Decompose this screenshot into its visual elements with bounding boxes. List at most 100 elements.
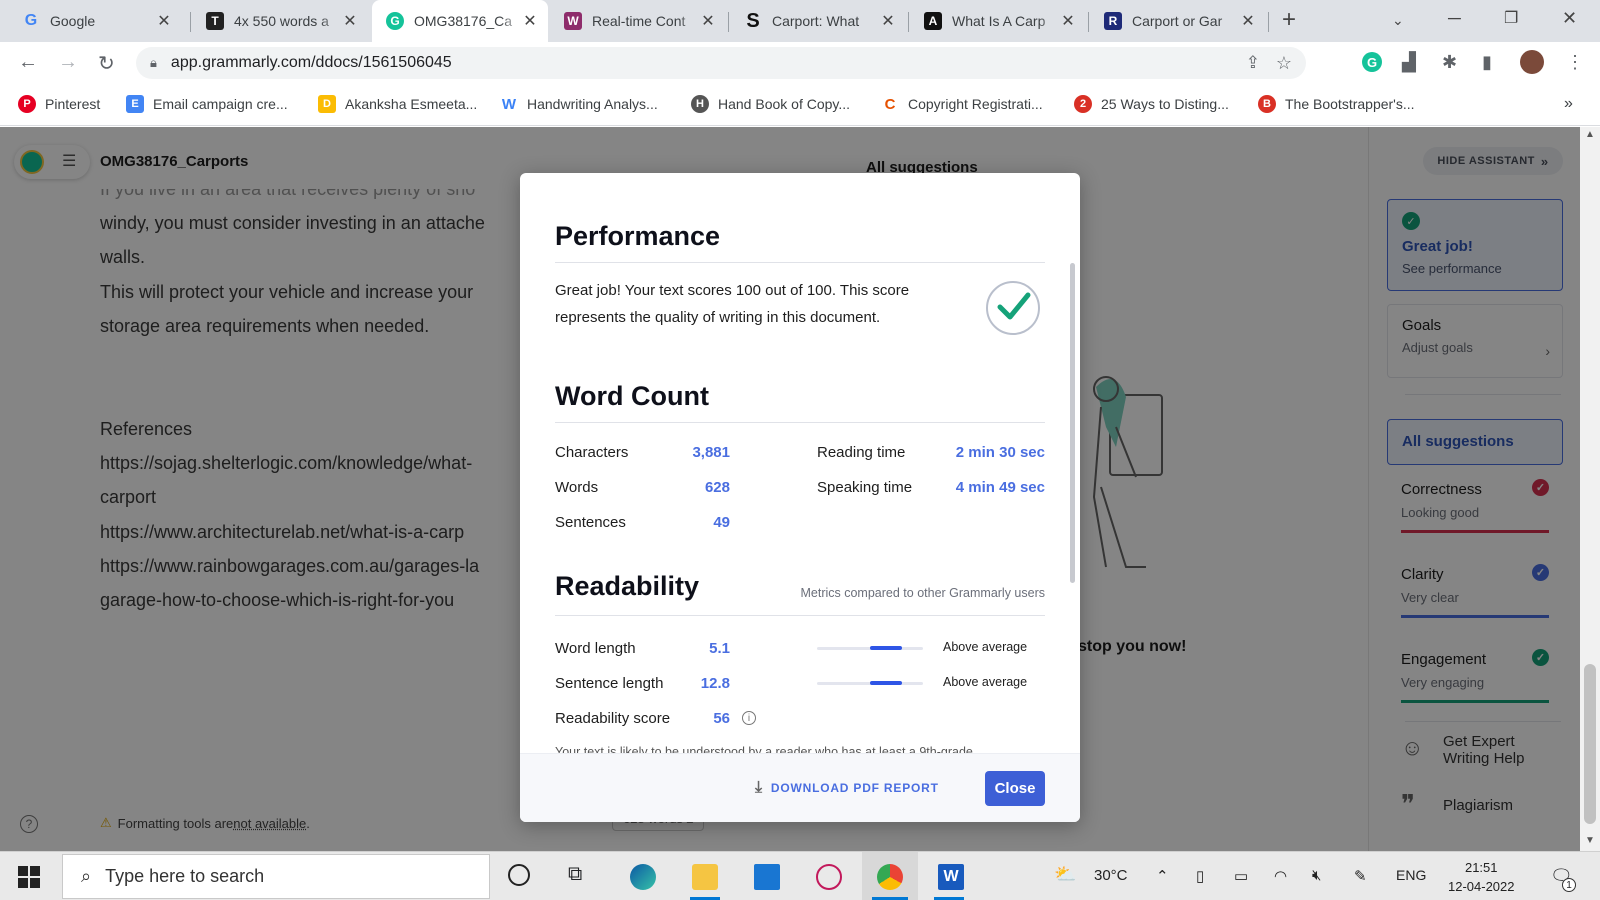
wordcount-icon: W [564, 12, 582, 30]
back-icon[interactable]: ← [18, 51, 38, 74]
stat-value: 3,881 [692, 444, 730, 461]
url-text: app.grammarly.com/ddocs/1561506045 [170, 54, 452, 71]
close-icon[interactable]: ✕ [880, 11, 896, 31]
star-icon[interactable]: ☆ [1276, 53, 1292, 74]
bookmark-bootstrapper[interactable]: B The Bootstrapper's... [1258, 95, 1415, 113]
windows-start-icon[interactable] [18, 866, 40, 888]
bookmark-pinterest[interactable]: P Pinterest [18, 95, 100, 113]
tab-trello[interactable]: T 4x 550 words a ✕ [192, 0, 368, 42]
download-pdf-button[interactable]: ⤓ DOWNLOAD PDF REPORT [755, 779, 939, 797]
bookmark-25-ways[interactable]: 2 25 Ways to Disting... [1074, 95, 1229, 113]
readability-comparison-note: Metrics compared to other Grammarly user… [800, 586, 1045, 600]
modal-scrollbar[interactable] [1070, 263, 1075, 583]
analytics-extension-icon[interactable]: ▟ [1402, 52, 1416, 73]
stat-label: Characters [555, 444, 629, 461]
close-icon[interactable]: ✕ [156, 11, 172, 31]
pinterest-icon: P [18, 95, 36, 113]
bookmark-label: Akanksha Esmeeta... [345, 96, 478, 112]
readability-bar-fill [870, 681, 902, 685]
volume-muted-icon[interactable]: 🔇︎ [1312, 867, 1321, 884]
close-button[interactable]: Close [985, 771, 1045, 806]
cortana-icon[interactable] [508, 864, 530, 886]
avatar[interactable] [1520, 50, 1544, 74]
scrollbar-thumb[interactable] [1584, 664, 1596, 824]
taskbar-search[interactable]: ⌕ Type here to search [62, 854, 490, 899]
bookmark-handwriting[interactable]: W Handwriting Analys... [500, 95, 658, 113]
kebab-menu-icon[interactable]: ⋮ [1566, 52, 1584, 73]
performance-text: Great job! Your text scores 100 out of 1… [555, 282, 910, 326]
bookmark-label: Email campaign cre... [153, 96, 288, 112]
tab-strip: G Google ✕ T 4x 550 words a ✕ G OMG38176… [0, 0, 1600, 42]
clock-date: 12-04-2022 [1448, 879, 1515, 894]
clock[interactable]: 21:51 12-04-2022 [1448, 858, 1515, 896]
download-icon: ⤓ [755, 779, 763, 796]
tab-title: 4x 550 words a [234, 13, 329, 29]
bookmark-handbook[interactable]: H Hand Book of Copy... [691, 95, 850, 113]
reload-icon[interactable]: ↻ [98, 51, 115, 76]
file-explorer-icon[interactable] [692, 864, 718, 890]
page-scrollbar[interactable]: ▲ ▼ [1580, 127, 1600, 851]
stat-value: 2 min 30 sec [955, 444, 1045, 461]
tab-realtime[interactable]: W Real-time Cont ✕ [550, 0, 726, 42]
google-icon: G [24, 12, 38, 29]
restore-icon[interactable]: ❐ [1504, 8, 1518, 28]
tab-grammarly[interactable]: G OMG38176_Ca ✕ [372, 0, 548, 42]
close-icon[interactable]: ✕ [1060, 11, 1076, 31]
share-icon[interactable]: ⇪ [1246, 53, 1260, 73]
close-window-icon[interactable]: ✕ [1562, 8, 1577, 29]
omnibox[interactable]: 🔒︎ app.grammarly.com/ddocs/1561506045 ⇪ … [136, 47, 1306, 79]
bookmark-label: Pinterest [45, 96, 101, 112]
puzzle-icon[interactable]: ✱ [1442, 52, 1457, 73]
minimize-icon[interactable]: ─ [1448, 8, 1461, 29]
readability-rating: Above average [943, 640, 1028, 654]
scroll-down-icon[interactable]: ▼ [1585, 835, 1595, 846]
close-icon[interactable]: ✕ [522, 11, 538, 31]
bookmark-email-campaign[interactable]: E Email campaign cre... [126, 95, 288, 113]
bookmark-red-icon: B [1258, 95, 1276, 113]
weather-icon[interactable]: ⛅ [1054, 864, 1076, 885]
chevron-up-icon[interactable]: ⌃ [1156, 867, 1169, 885]
tab-title: Google [50, 13, 96, 29]
device-icon[interactable]: ▯ [1196, 867, 1204, 885]
chrome-icon[interactable] [877, 864, 903, 890]
close-icon[interactable]: ✕ [700, 11, 716, 31]
tab-search-icon[interactable]: ⌄ [1392, 12, 1404, 29]
readability-metric-value: 12.8 [700, 675, 730, 692]
bookmark-label: Copyright Registrati... [908, 96, 1043, 112]
close-icon[interactable]: ✕ [1240, 11, 1256, 31]
scroll-up-icon[interactable]: ▲ [1585, 129, 1595, 140]
word-icon[interactable]: W [938, 864, 964, 890]
language-indicator[interactable]: ENG [1396, 867, 1426, 883]
readability-metric-value: 5.1 [709, 640, 730, 657]
bookmark-copyright[interactable]: C Copyright Registrati... [881, 95, 1043, 113]
readability-rating: Above average [943, 675, 1028, 689]
tab-carport-garage[interactable]: R Carport or Gar ✕ [1090, 0, 1266, 42]
notification-count: 1 [1562, 878, 1576, 892]
tab-carport-what[interactable]: S Carport: What ✕ [730, 0, 906, 42]
performance-heading: Performance [555, 221, 721, 251]
new-tab-icon[interactable]: + [1282, 6, 1296, 34]
info-icon[interactable]: i [742, 711, 756, 725]
battery-icon[interactable]: ▭ [1234, 867, 1248, 885]
stat-label: Words [555, 479, 599, 496]
word-count-heading: Word Count [555, 381, 709, 411]
mail-icon[interactable] [754, 864, 780, 890]
task-view-icon[interactable]: ⧉ [568, 863, 582, 886]
stat-value: 49 [713, 514, 730, 531]
pen-icon[interactable]: ✎ [1354, 867, 1367, 885]
weather-temp[interactable]: 30°C [1094, 867, 1128, 884]
forward-icon[interactable]: → [58, 51, 78, 74]
close-icon[interactable]: ✕ [342, 11, 358, 31]
edge-icon[interactable] [630, 864, 656, 890]
side-panel-icon[interactable]: ▮ [1482, 52, 1492, 73]
chevron-right-icon[interactable]: » [1564, 95, 1573, 113]
grammarly-extension-icon[interactable]: G [1362, 52, 1382, 72]
bookmark-label: Handwriting Analys... [527, 96, 658, 112]
bookmark-akanksha[interactable]: D Akanksha Esmeeta... [318, 95, 477, 113]
download-label: DOWNLOAD PDF REPORT [770, 781, 939, 795]
tab-what-is-carport[interactable]: A What Is A Carp ✕ [910, 0, 1086, 42]
snip-icon[interactable] [816, 864, 842, 890]
tab-title: Carport: What [772, 13, 860, 29]
tab-google[interactable]: G Google ✕ [8, 0, 182, 42]
wifi-icon[interactable]: ◠ [1274, 867, 1287, 885]
